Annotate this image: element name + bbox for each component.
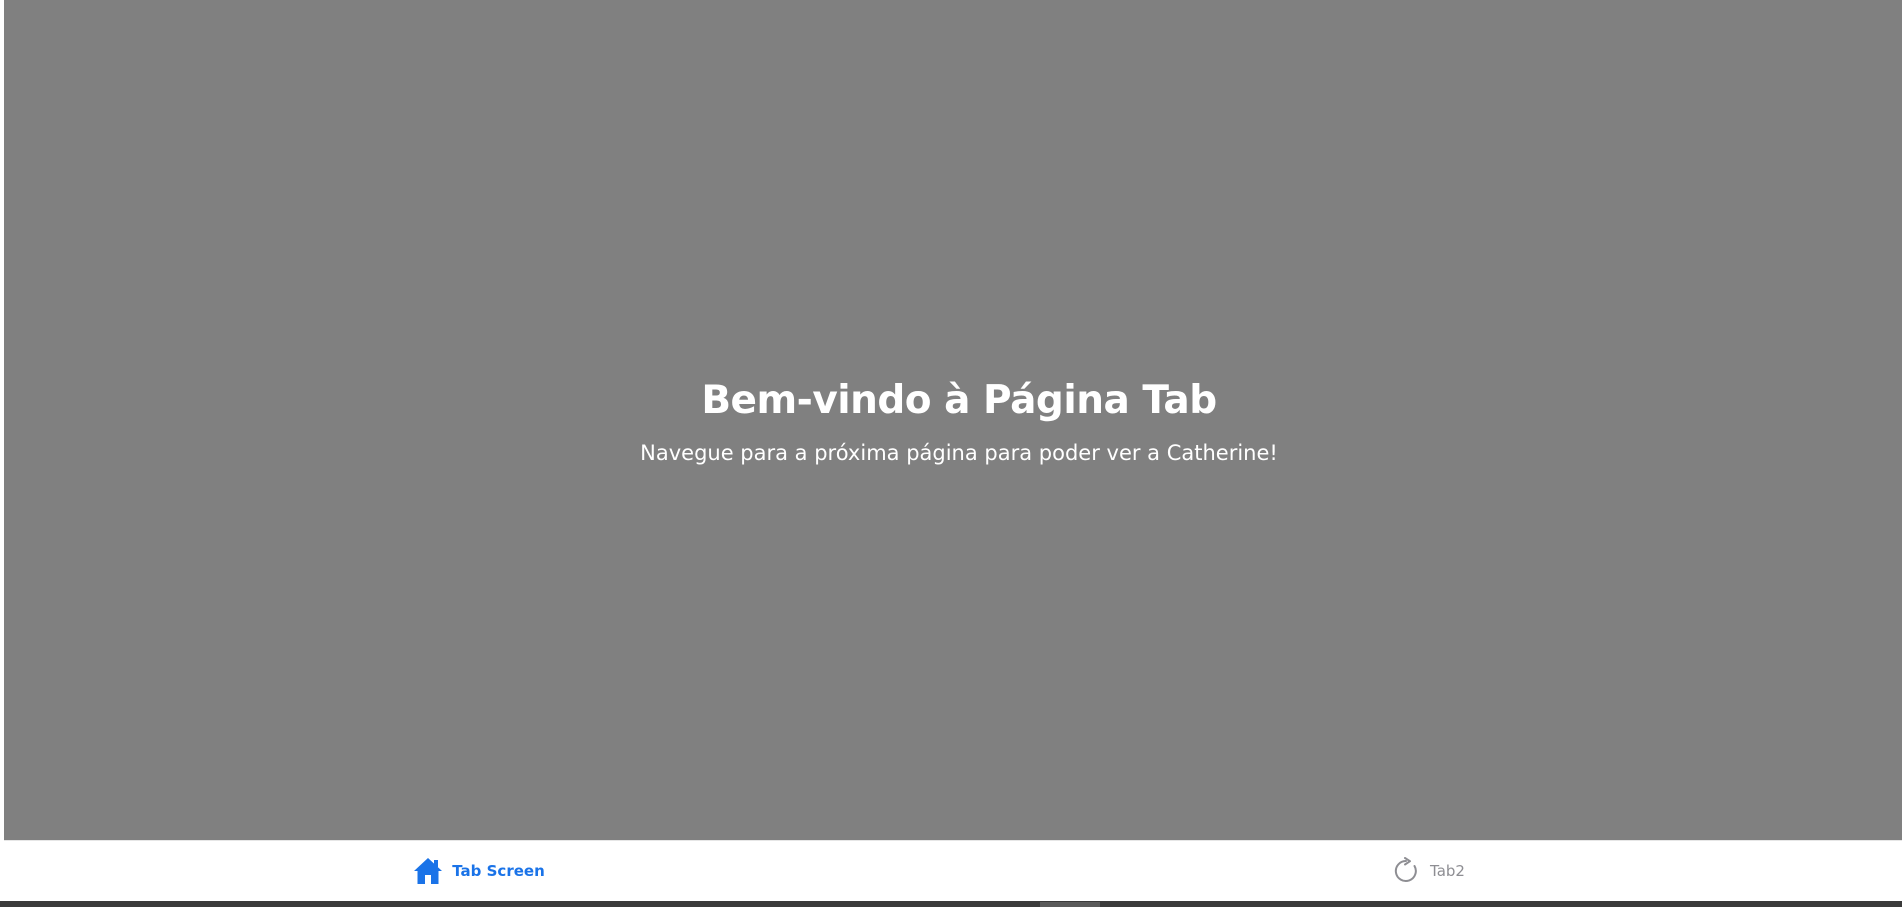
app-frame: Bem-vindo à Página Tab Navegue para a pr… [4,0,1902,901]
tab-tab-screen[interactable]: Tab Screen [4,841,953,901]
main-content: Bem-vindo à Página Tab Navegue para a pr… [4,0,1902,840]
page-title: Bem-vindo à Página Tab [701,378,1217,423]
tab-label: Tab Screen [452,862,545,880]
page-subtitle: Navegue para a próxima página para poder… [640,441,1278,465]
home-icon [412,855,444,887]
scrollbar-thumb[interactable] [1040,902,1100,907]
tab-label: Tab2 [1430,862,1465,880]
tab-tab2[interactable]: Tab2 [953,841,1902,901]
refresh-icon [1390,855,1422,887]
welcome-block: Bem-vindo à Página Tab Navegue para a pr… [4,372,1902,468]
bottom-tab-bar: Tab Screen Tab2 [4,840,1902,901]
window-bottom-border [0,901,1902,907]
